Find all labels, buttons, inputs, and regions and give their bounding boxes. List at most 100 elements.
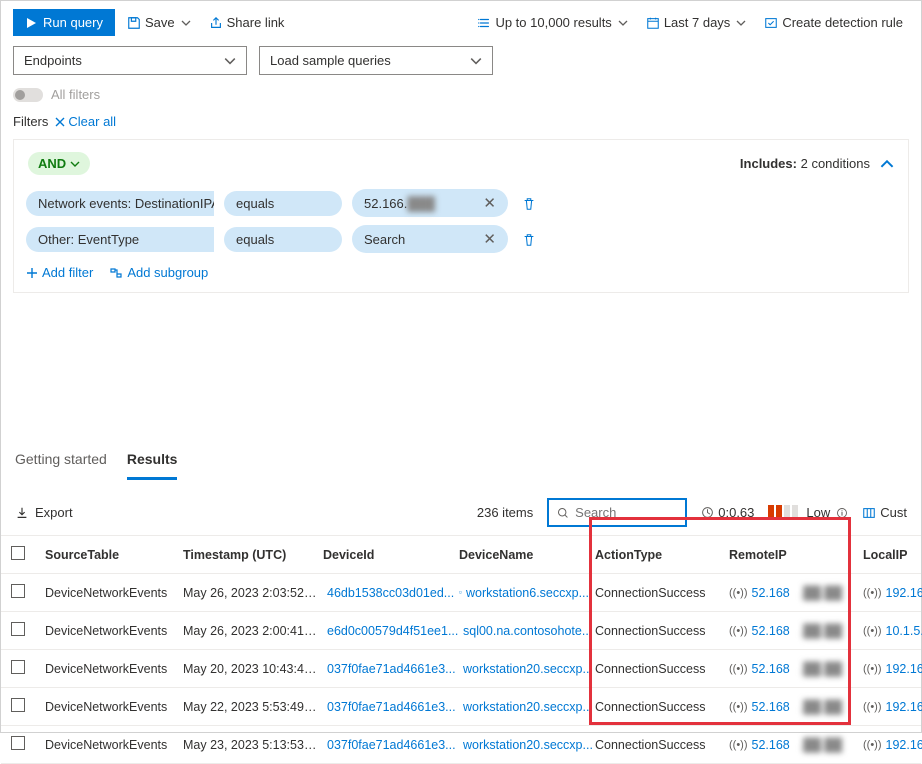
cell-devicename[interactable]: sql00.na.contosohote... <box>459 624 595 638</box>
tab-getting-started[interactable]: Getting started <box>15 443 107 480</box>
table-row[interactable]: DeviceNetworkEventsMay 26, 2023 2:03:52 … <box>1 574 921 612</box>
tab-results[interactable]: Results <box>127 443 178 480</box>
cell-remoteip[interactable]: ((•)) 52.168.██.██ <box>729 586 863 600</box>
add-filter-button[interactable]: Add filter <box>26 265 93 280</box>
cell-timestamp: May 22, 2023 5:53:49 AM <box>183 700 323 714</box>
run-query-label: Run query <box>43 15 103 30</box>
cell-localip[interactable]: ((•)) 192.168 <box>863 586 922 600</box>
export-button[interactable]: Export <box>15 505 73 520</box>
select-all-checkbox[interactable] <box>11 546 25 560</box>
all-filters-toggle[interactable] <box>13 88 43 102</box>
download-icon <box>15 506 29 520</box>
cell-deviceid[interactable]: e6d0c00579d4f51ee1... <box>323 624 459 638</box>
cell-deviceid[interactable]: 037f0fae71ad4661e3... <box>323 700 459 714</box>
results-limit-button[interactable]: Up to 10,000 results <box>471 11 633 34</box>
table-row[interactable]: DeviceNetworkEventsMay 26, 2023 2:00:41 … <box>1 612 921 650</box>
table-row[interactable]: DeviceNetworkEventsMay 23, 2023 5:13:53 … <box>1 726 921 764</box>
customize-columns-button[interactable]: Cust <box>862 505 907 520</box>
trash-icon <box>522 233 536 247</box>
col-remoteip[interactable]: RemoteIP <box>729 548 863 562</box>
results-table: SourceTable Timestamp (UTC) DeviceId Dev… <box>1 535 921 764</box>
cell-localip[interactable]: ((•)) 192.168 <box>863 662 922 676</box>
col-sourcetable[interactable]: SourceTable <box>45 548 183 562</box>
col-deviceid[interactable]: DeviceId <box>323 548 459 562</box>
clock-icon <box>701 506 714 519</box>
calendar-icon <box>646 16 660 30</box>
cell-deviceid[interactable]: 46db1538cc03d01ed... <box>323 586 459 600</box>
cell-actiontype: ConnectionSuccess <box>595 700 729 714</box>
condition-value-pill[interactable]: 52.166.███ ✕ <box>352 189 508 217</box>
run-query-button[interactable]: Run query <box>13 9 115 36</box>
network-icon: ((•)) <box>729 739 748 751</box>
cell-localip[interactable]: ((•)) 10.1.5.1 <box>863 624 922 638</box>
clear-value-icon[interactable]: ✕ <box>483 230 496 248</box>
row-checkbox[interactable] <box>11 622 25 636</box>
cell-deviceid[interactable]: 037f0fae71ad4661e3... <box>323 738 459 752</box>
col-timestamp[interactable]: Timestamp (UTC) <box>183 548 323 562</box>
share-link-button[interactable]: Share link <box>203 11 291 34</box>
table-row[interactable]: DeviceNetworkEventsMay 20, 2023 10:43:45… <box>1 650 921 688</box>
cell-source: DeviceNetworkEvents <box>45 662 183 676</box>
row-checkbox[interactable] <box>11 660 25 674</box>
network-icon: ((•)) <box>729 701 748 713</box>
cell-devicename[interactable]: workstation20.seccxp... <box>459 738 595 752</box>
cell-devicename[interactable]: workstation6.seccxp... <box>459 586 595 600</box>
network-icon: ((•)) <box>863 625 882 637</box>
cell-remoteip[interactable]: ((•)) 52.168.██.██ <box>729 624 863 638</box>
play-icon <box>25 17 37 29</box>
clear-all-button[interactable]: Clear all <box>54 114 116 129</box>
delete-condition-button[interactable] <box>518 195 540 211</box>
time-range-button[interactable]: Last 7 days <box>640 11 753 34</box>
condition-field-pill[interactable]: Other: EventType <box>26 227 214 252</box>
cell-localip[interactable]: ((•)) 192.168 <box>863 700 922 714</box>
condition-row: Other: EventType equals Search ✕ <box>24 221 898 257</box>
table-row[interactable]: DeviceNetworkEventsMay 22, 2023 5:53:49 … <box>1 688 921 726</box>
save-button[interactable]: Save <box>121 11 197 34</box>
severity-bars-icon <box>768 505 800 520</box>
condition-value-pill[interactable]: Search ✕ <box>352 225 508 253</box>
cell-source: DeviceNetworkEvents <box>45 624 183 638</box>
info-icon[interactable] <box>836 507 848 519</box>
item-count: 236 items <box>477 505 533 520</box>
includes-summary: Includes: 2 conditions <box>740 156 870 171</box>
sample-queries-select[interactable]: Load sample queries <box>259 46 493 75</box>
add-subgroup-button[interactable]: Add subgroup <box>109 265 208 280</box>
cell-source: DeviceNetworkEvents <box>45 738 183 752</box>
delete-condition-button[interactable] <box>518 231 540 247</box>
trash-icon <box>522 197 536 211</box>
col-devicename[interactable]: DeviceName <box>459 548 595 562</box>
list-icon <box>477 16 491 30</box>
cell-devicename[interactable]: workstation20.seccxp... <box>459 700 595 714</box>
col-actiontype[interactable]: ActionType <box>595 548 729 562</box>
logic-operator-pill[interactable]: AND <box>28 152 90 175</box>
cell-deviceid[interactable]: 037f0fae71ad4661e3... <box>323 662 459 676</box>
condition-op-pill[interactable]: equals <box>224 227 342 252</box>
cell-devicename[interactable]: workstation20.seccxp... <box>459 662 595 676</box>
cell-remoteip[interactable]: ((•)) 52.168.██.██ <box>729 662 863 676</box>
row-checkbox[interactable] <box>11 584 25 598</box>
table-header-row: SourceTable Timestamp (UTC) DeviceId Dev… <box>1 535 921 574</box>
condition-field-pill[interactable]: Network events: DestinationIPA... <box>26 191 214 216</box>
chevron-down-icon <box>618 18 628 28</box>
detection-rule-icon <box>764 16 778 30</box>
scope-select[interactable]: Endpoints <box>13 46 247 75</box>
results-search-box[interactable] <box>547 498 687 527</box>
cell-remoteip[interactable]: ((•)) 52.168.██.██ <box>729 700 863 714</box>
cell-actiontype: ConnectionSuccess <box>595 662 729 676</box>
clear-value-icon[interactable]: ✕ <box>483 194 496 212</box>
condition-op-pill[interactable]: equals <box>224 191 342 216</box>
chevron-up-icon[interactable] <box>880 157 894 171</box>
create-detection-rule-button[interactable]: Create detection rule <box>758 11 909 34</box>
col-localip[interactable]: LocalIP <box>863 548 922 562</box>
cell-source: DeviceNetworkEvents <box>45 700 183 714</box>
severity-indicator: Low <box>768 505 848 520</box>
cell-timestamp: May 26, 2023 2:03:52 PM <box>183 586 323 600</box>
network-icon: ((•)) <box>863 663 882 675</box>
cell-remoteip[interactable]: ((•)) 52.168.██.██ <box>729 738 863 752</box>
row-checkbox[interactable] <box>11 736 25 750</box>
results-search-input[interactable] <box>575 505 677 520</box>
cell-localip[interactable]: ((•)) 192.168 <box>863 738 922 752</box>
row-checkbox[interactable] <box>11 698 25 712</box>
cell-timestamp: May 23, 2023 5:13:53 PM <box>183 738 323 752</box>
filter-group-card: AND Includes: 2 conditions Network event… <box>13 139 909 293</box>
